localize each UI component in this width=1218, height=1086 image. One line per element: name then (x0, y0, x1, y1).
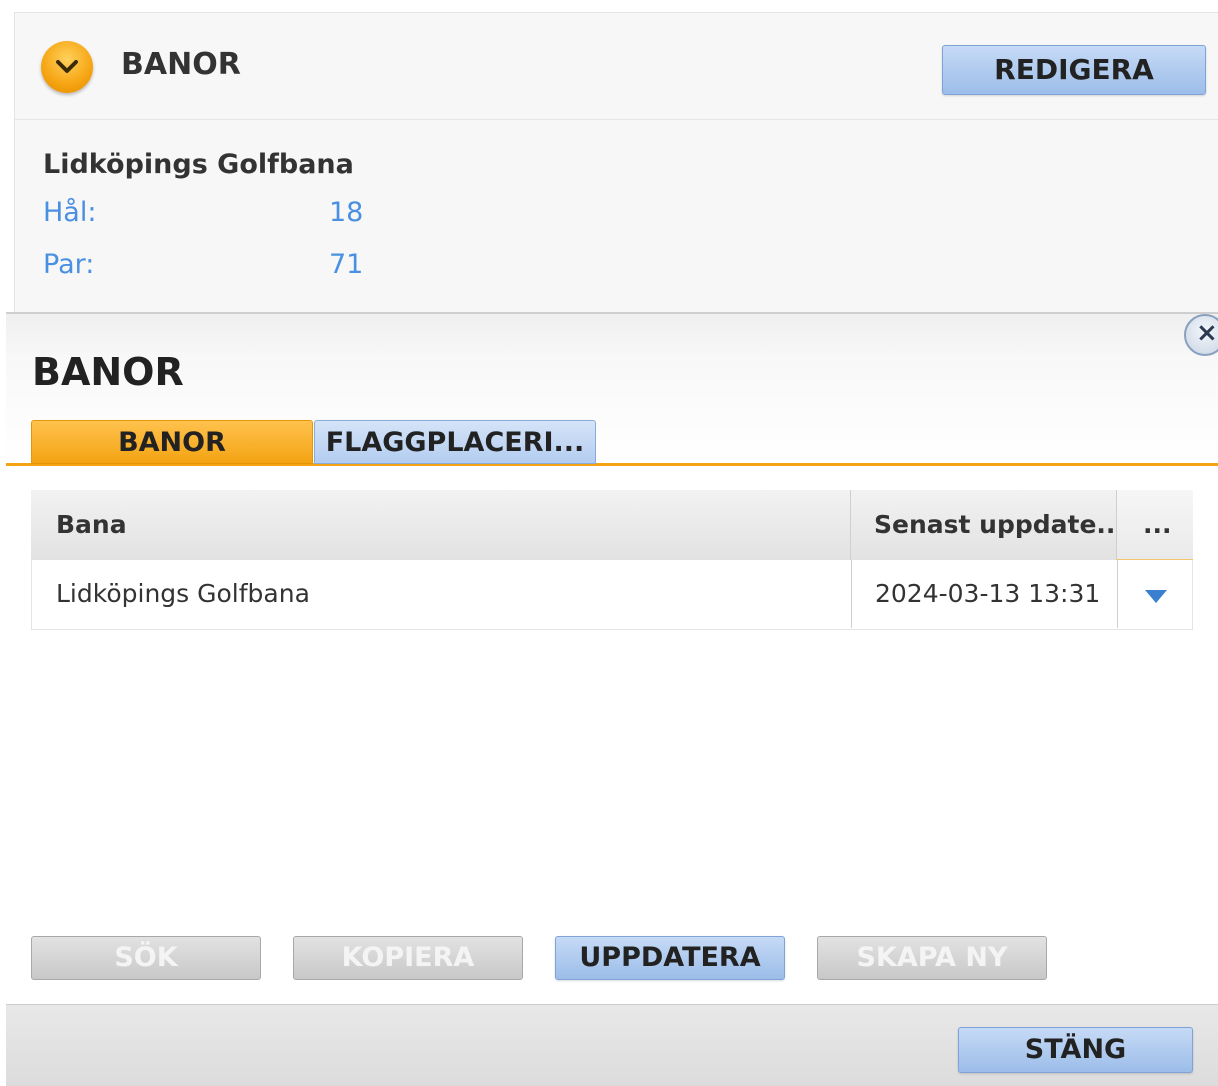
column-header-updated[interactable]: Senast uppdate... (850, 490, 1116, 560)
par-value: 71 (329, 249, 364, 280)
cell-updated: 2024-03-13 13:31 (851, 560, 1117, 628)
course-summary-header: BANOR REDIGERA (15, 13, 1218, 120)
dialog-footer: STÄNG (6, 1004, 1218, 1086)
course-name: Lidköpings Golfbana (43, 149, 354, 180)
chevron-down-icon[interactable] (41, 41, 93, 93)
column-header-bana[interactable]: Bana (31, 490, 850, 560)
tab-banor[interactable]: BANOR (31, 420, 313, 464)
table-row[interactable]: Lidköpings Golfbana 2024-03-13 13:31 (31, 560, 1193, 630)
copy-button[interactable]: KOPIERA (293, 936, 523, 980)
edit-button[interactable]: REDIGERA (942, 45, 1206, 95)
holes-value: 18 (329, 197, 364, 228)
update-button[interactable]: UPPDATERA (555, 936, 785, 980)
section-title: BANOR (121, 47, 241, 82)
search-button[interactable]: SÖK (31, 936, 261, 980)
close-icon[interactable]: × (1184, 314, 1218, 356)
table-header: Bana Senast uppdate... ... (31, 490, 1193, 560)
column-options-button[interactable]: ... (1116, 490, 1193, 560)
dialog-header: BANOR BANOR FLAGGPLACERI... (6, 314, 1218, 466)
cell-bana: Lidköpings Golfbana (56, 579, 310, 608)
course-summary-panel: BANOR REDIGERA Lidköpings Golfbana Hål: … (14, 12, 1218, 312)
row-menu[interactable] (1117, 560, 1193, 628)
dialog-title: BANOR (32, 350, 184, 394)
create-new-button[interactable]: SKAPA NY (817, 936, 1047, 980)
close-button[interactable]: STÄNG (958, 1027, 1193, 1073)
caret-down-icon[interactable] (1145, 590, 1167, 604)
courses-dialog: BANOR BANOR FLAGGPLACERI... × Bana Senas… (6, 312, 1218, 1086)
holes-label: Hål: (43, 197, 97, 228)
par-label: Par: (43, 249, 95, 280)
tab-flag-placements[interactable]: FLAGGPLACERI... (314, 420, 596, 464)
